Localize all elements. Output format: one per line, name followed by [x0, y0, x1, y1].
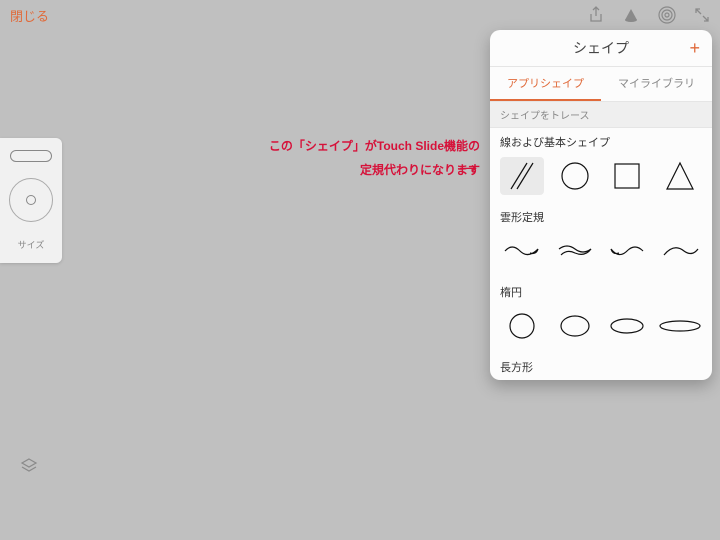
close-button[interactable]: 閉じる	[10, 6, 49, 25]
topbar: 閉じる	[0, 0, 720, 30]
trace-shape-row[interactable]: シェイプをトレース	[490, 102, 712, 128]
section-title-french: 雲形定規	[490, 203, 712, 228]
shape-row-basic	[490, 153, 712, 203]
shape-row-rect	[490, 378, 712, 380]
concentric-icon[interactable]	[658, 6, 676, 24]
shape-sections: 線および基本シェイプ 雲形定規 楕円 長方形	[490, 128, 712, 380]
tab-app-shapes[interactable]: アプリシェイプ	[490, 67, 601, 101]
share-icon[interactable]	[588, 6, 604, 24]
brush-preview[interactable]	[10, 150, 52, 162]
shape-ell3[interactable]	[605, 307, 649, 345]
shape-circle[interactable]	[553, 157, 597, 195]
section-title-ellipse: 楕円	[490, 278, 712, 303]
size-label: サイズ	[18, 238, 45, 251]
annotation-line1: この「シェイプ」がTouch Slide機能の	[155, 134, 480, 158]
cone-icon[interactable]	[622, 7, 640, 23]
shape-curve3[interactable]	[605, 232, 649, 270]
topbar-actions	[588, 6, 710, 24]
shape-lines[interactable]	[500, 157, 544, 195]
shape-ell2[interactable]	[553, 307, 597, 345]
size-control[interactable]	[9, 178, 53, 222]
shape-curve4[interactable]	[658, 232, 702, 270]
shape-curve1[interactable]	[500, 232, 544, 270]
annotation-arrow: →	[454, 148, 482, 180]
tab-my-library[interactable]: マイライブラリ	[601, 67, 712, 101]
expand-icon[interactable]	[694, 7, 710, 23]
popover-tabs: アプリシェイプ マイライブラリ	[490, 67, 712, 102]
shape-row-french	[490, 228, 712, 278]
layers-icon[interactable]	[20, 457, 38, 480]
annotation-text: この「シェイプ」がTouch Slide機能の 定規代わりになります	[155, 134, 480, 182]
shape-ell4[interactable]	[658, 307, 702, 345]
shape-triangle[interactable]	[658, 157, 702, 195]
shapes-popover: シェイプ + アプリシェイプ マイライブラリ シェイプをトレース 線および基本シ…	[490, 30, 712, 380]
section-title-rect: 長方形	[490, 353, 712, 378]
section-title-basic: 線および基本シェイプ	[490, 128, 712, 153]
annotation-line2: 定規代わりになります	[155, 158, 480, 182]
shape-row-ellipse	[490, 303, 712, 353]
popover-header: シェイプ +	[490, 30, 712, 67]
left-tool-panel: サイズ	[0, 138, 62, 263]
shape-square[interactable]	[605, 157, 649, 195]
shape-curve2[interactable]	[553, 232, 597, 270]
shape-ell1[interactable]	[500, 307, 544, 345]
popover-title: シェイプ	[573, 38, 629, 58]
